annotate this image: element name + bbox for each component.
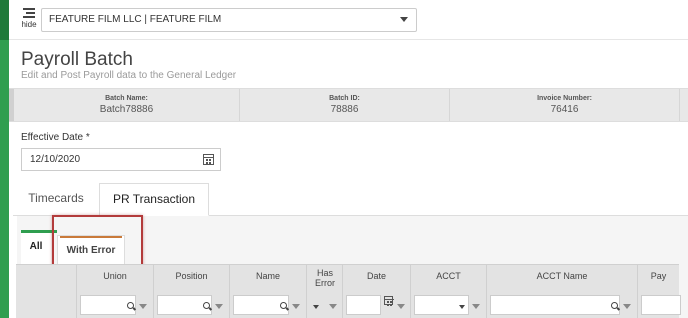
calendar-icon[interactable] bbox=[384, 296, 394, 307]
page-title: Payroll Batch bbox=[21, 49, 133, 70]
filter-icon[interactable] bbox=[139, 301, 147, 311]
batch-name-label: Batch Name: bbox=[105, 95, 148, 102]
effective-date-value: 12/10/2020 bbox=[30, 154, 81, 165]
company-select-value: FEATURE FILM LLC | FEATURE FILM bbox=[49, 14, 222, 25]
effective-date-input[interactable]: 12/10/2020 bbox=[21, 148, 221, 171]
grid-header: Union Position Name Has Error Date ACCT … bbox=[16, 264, 681, 318]
filter-icon[interactable] bbox=[397, 301, 405, 311]
search-icon[interactable] bbox=[280, 301, 287, 311]
batch-id-label: Batch ID: bbox=[329, 95, 360, 102]
sub-tab-all[interactable]: All bbox=[21, 230, 57, 264]
dropdown-icon[interactable] bbox=[459, 301, 465, 311]
column-header: ACCT bbox=[436, 271, 461, 281]
tab-pr-transaction[interactable]: PR Transaction bbox=[99, 183, 209, 216]
filter-icon[interactable] bbox=[623, 301, 631, 311]
company-select[interactable]: FEATURE FILM LLC | FEATURE FILM bbox=[41, 8, 417, 32]
invoice-number-value: 76416 bbox=[550, 104, 579, 115]
invoice-number-cell: Invoice Number: 76416 bbox=[450, 89, 680, 121]
column-header: Union bbox=[103, 271, 127, 281]
filter-icon[interactable] bbox=[329, 301, 337, 311]
column-name: Name bbox=[230, 265, 307, 318]
tab-timecards[interactable]: Timecards bbox=[13, 183, 99, 216]
search-icon[interactable] bbox=[127, 301, 134, 311]
batch-info-band: Batch Name: Batch78886 Batch ID: 78886 I… bbox=[9, 88, 688, 122]
hide-label: hide bbox=[21, 20, 37, 29]
column-date: Date bbox=[343, 265, 411, 318]
column-header: Date bbox=[366, 271, 386, 281]
search-icon[interactable] bbox=[611, 301, 618, 311]
batch-id-cell: Batch ID: 78886 bbox=[240, 89, 450, 121]
hide-sidebar-button[interactable]: hide bbox=[15, 6, 43, 34]
batch-name-value: Batch78886 bbox=[99, 104, 154, 115]
batch-name-cell: Batch Name: Batch78886 bbox=[14, 89, 240, 121]
column-acct-name: ACCT Name bbox=[487, 265, 638, 318]
sub-tab-all-label: All bbox=[29, 241, 43, 252]
search-icon[interactable] bbox=[203, 301, 210, 311]
column-union: Union bbox=[77, 265, 154, 318]
column-header: Has Error bbox=[315, 268, 335, 288]
column-header: ACCT Name bbox=[536, 271, 588, 281]
date-filter-input[interactable] bbox=[346, 295, 381, 315]
left-rail-top bbox=[0, 0, 9, 40]
filter-icon[interactable] bbox=[215, 301, 223, 311]
calendar-icon[interactable] bbox=[203, 154, 214, 165]
top-bar: hide FEATURE FILM LLC | FEATURE FILM bbox=[9, 0, 688, 40]
column-header: Name bbox=[255, 271, 280, 281]
grid-select-column bbox=[16, 265, 77, 318]
filter-icon[interactable] bbox=[292, 301, 300, 311]
dropdown-icon[interactable] bbox=[313, 301, 319, 311]
column-header: Position bbox=[175, 271, 208, 281]
column-position: Position bbox=[154, 265, 230, 318]
caret-down-icon bbox=[400, 17, 408, 22]
left-rail bbox=[0, 0, 9, 318]
column-has-error: Has Error bbox=[307, 265, 343, 318]
acct-name-filter-input[interactable] bbox=[490, 295, 620, 315]
invoice-number-label: Invoice Number: bbox=[537, 95, 592, 102]
column-header: Pay bbox=[650, 271, 667, 281]
column-pay: Pay bbox=[638, 265, 681, 318]
effective-date-label: Effective Date * bbox=[21, 132, 90, 143]
column-acct: ACCT bbox=[411, 265, 487, 318]
main-tabs: Timecards PR Transaction bbox=[13, 183, 688, 216]
page-subtitle: Edit and Post Payroll data to the Genera… bbox=[21, 70, 237, 81]
batch-id-value: 78886 bbox=[330, 104, 359, 115]
pay-filter-input[interactable] bbox=[641, 295, 681, 315]
filter-icon[interactable] bbox=[472, 301, 480, 311]
menu-icon bbox=[23, 8, 35, 18]
